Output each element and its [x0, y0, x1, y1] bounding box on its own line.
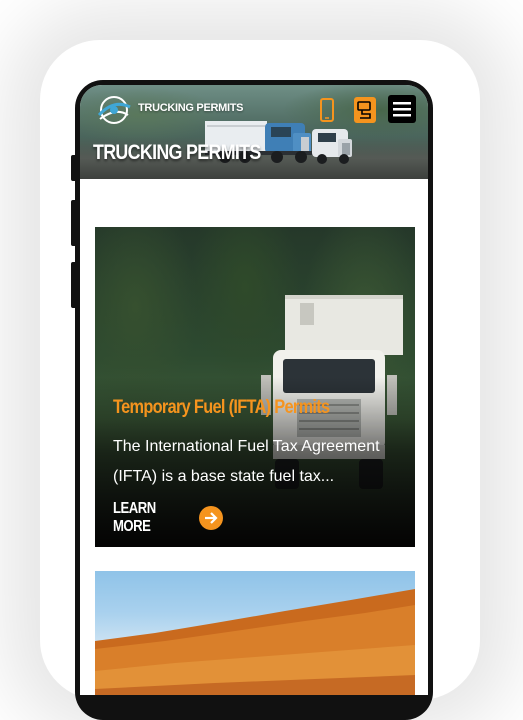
permit-card[interactable]: Temporary Fuel (IFTA) Permits The Intern…: [95, 227, 415, 547]
card-2-landscape-image: [95, 589, 415, 695]
phone-icon: [320, 98, 334, 122]
arrow-right-icon[interactable]: [199, 506, 223, 530]
learn-more-label: LEARN MORE: [113, 500, 156, 535]
menu-button[interactable]: [388, 95, 416, 123]
site-header: TRUCKING PERMITS TRUCKING PERMITS: [80, 85, 428, 179]
page-title: TRUCKING PERMITS: [93, 141, 261, 164]
quote-button[interactable]: [354, 97, 376, 123]
volume-up-button: [71, 200, 77, 246]
card-description: The International Fuel Tax Agreement (IF…: [113, 438, 380, 485]
phone-screen: TRUCKING PERMITS TRUCKING PERMITS Tempor…: [80, 85, 428, 695]
card-title[interactable]: Temporary Fuel (IFTA) Permits: [113, 397, 330, 419]
phone-button[interactable]: [316, 97, 338, 123]
hamburger-menu-icon: [393, 102, 411, 117]
learn-more-link[interactable]: LEARN MORE: [113, 500, 223, 536]
header-truck-2-image: [312, 129, 352, 164]
mute-switch: [71, 155, 77, 181]
quote-request-icon: [357, 101, 371, 119]
brand-name[interactable]: TRUCKING PERMITS: [138, 102, 244, 114]
volume-down-button: [71, 262, 77, 308]
permit-card-2[interactable]: [95, 571, 415, 695]
company-logo[interactable]: [94, 95, 134, 125]
